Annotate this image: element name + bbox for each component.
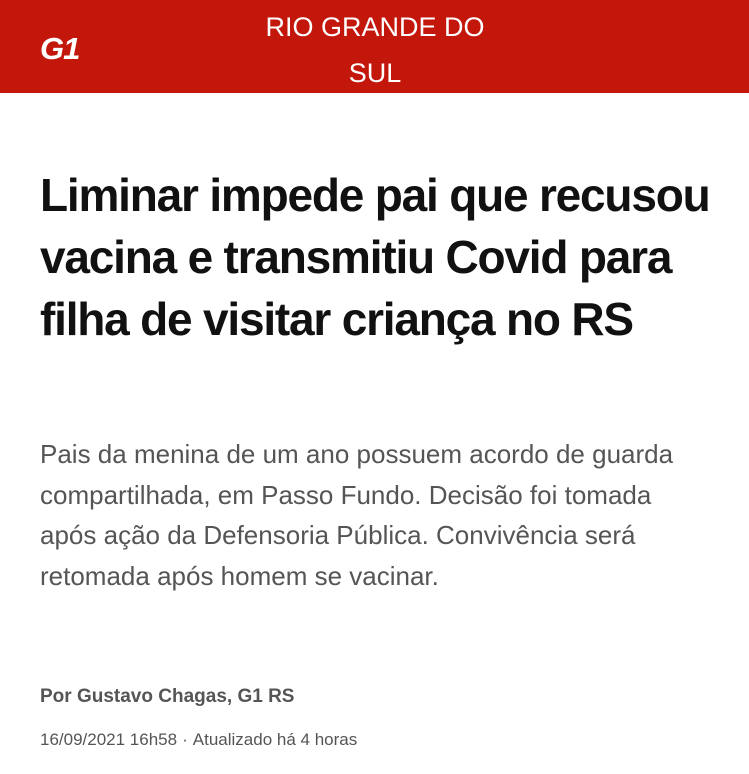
article-byline: Por Gustavo Chagas, G1 RS [40,686,295,707]
updated-time: Atualizado há 4 horas [192,730,358,749]
g1-logo[interactable]: G1 [40,33,80,64]
article-headline: Liminar impede pai que recusou vacina e … [40,169,711,345]
site-header: G1 RIO GRANDE DO SUL [0,0,749,93]
section-title[interactable]: RIO GRANDE DO SUL [250,4,500,96]
meta-separator: · [182,730,188,749]
article-subtitle: Pais da menina de um ano possuem acordo … [40,439,674,591]
article-meta: 16/09/2021 16h58 · Atualizado há 4 horas [40,728,357,752]
published-date: 16/09/2021 16h58 [40,730,178,749]
